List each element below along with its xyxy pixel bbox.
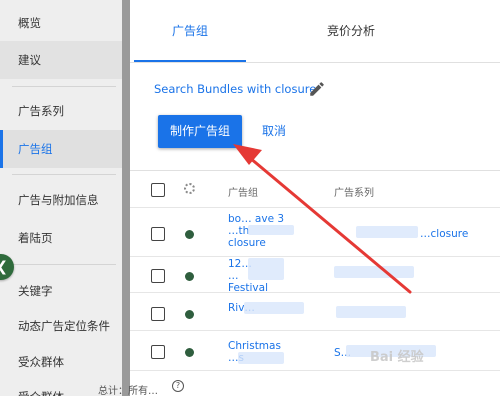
- tab-bar-border: [130, 62, 500, 63]
- redaction-blur: [248, 258, 284, 280]
- redaction-blur: [244, 302, 304, 314]
- row-checkbox[interactable]: [151, 227, 165, 241]
- campaign-name-link[interactable]: …closure: [420, 228, 468, 240]
- sidebar-divider: [12, 174, 116, 175]
- watermark: Bai 经验: [370, 350, 424, 365]
- table-top-border: [130, 170, 500, 171]
- sidebar-item-ads-extensions[interactable]: 广告与附加信息: [0, 181, 122, 219]
- tab-auction-insights[interactable]: 竞价分析: [295, 0, 407, 62]
- panel-divider: [122, 0, 130, 396]
- pencil-icon[interactable]: [308, 80, 326, 98]
- create-ad-group-button[interactable]: 制作广告组: [158, 115, 242, 148]
- sidebar-item-keywords[interactable]: 关键字: [0, 272, 122, 310]
- redaction-blur: [356, 226, 418, 238]
- redaction-blur: [334, 266, 414, 278]
- tab-ad-groups[interactable]: 广告组: [134, 0, 246, 62]
- redaction-blur: [336, 306, 406, 318]
- redaction-blur: [238, 352, 284, 364]
- row-checkbox[interactable]: [151, 269, 165, 283]
- row-checkbox[interactable]: [151, 345, 165, 359]
- row-checkbox[interactable]: [151, 307, 165, 321]
- sidebar-divider: [12, 86, 116, 87]
- sidebar-item-campaigns[interactable]: 广告系列: [0, 92, 122, 130]
- row-divider: [130, 370, 500, 371]
- sidebar-item-audiences[interactable]: 受众群体: [0, 343, 122, 381]
- sidebar-item-recommendations[interactable]: 建议: [0, 41, 122, 79]
- row-divider: [130, 292, 500, 293]
- sidebar-divider: [12, 264, 116, 265]
- column-header-campaign[interactable]: 广告系列: [334, 184, 374, 199]
- main-panel: 广告组 竞价分析 Search Bundles with closure 制作广…: [130, 0, 500, 396]
- select-all-checkbox[interactable]: [151, 183, 165, 197]
- status-enabled-icon: [185, 230, 194, 239]
- sidebar-item-overview[interactable]: 概览: [0, 4, 122, 42]
- help-circle-icon[interactable]: ?: [172, 380, 184, 392]
- status-enabled-icon: [185, 348, 194, 357]
- search-bundle-link[interactable]: Search Bundles with closure: [154, 82, 316, 96]
- sidebar: 概览 建议 广告系列 广告组 广告与附加信息 着陆页 关键字 动态广告定位条件 …: [0, 0, 122, 396]
- status-enabled-icon: [185, 272, 194, 281]
- status-column-icon: [184, 183, 195, 194]
- column-header-ad-group[interactable]: 广告组: [228, 184, 258, 199]
- sidebar-item-dynamic-ad-targets[interactable]: 动态广告定位条件: [0, 307, 122, 345]
- redaction-blur: [248, 225, 294, 235]
- sidebar-item-ad-groups[interactable]: 广告组: [0, 130, 122, 168]
- cancel-button[interactable]: 取消: [262, 115, 286, 148]
- sidebar-item-landing-pages[interactable]: 着陆页: [0, 219, 122, 257]
- row-divider: [130, 330, 500, 331]
- row-divider: [130, 207, 500, 208]
- row-divider: [130, 256, 500, 257]
- status-enabled-icon: [185, 310, 194, 319]
- table-total-label: 总计：所有…: [98, 386, 158, 396]
